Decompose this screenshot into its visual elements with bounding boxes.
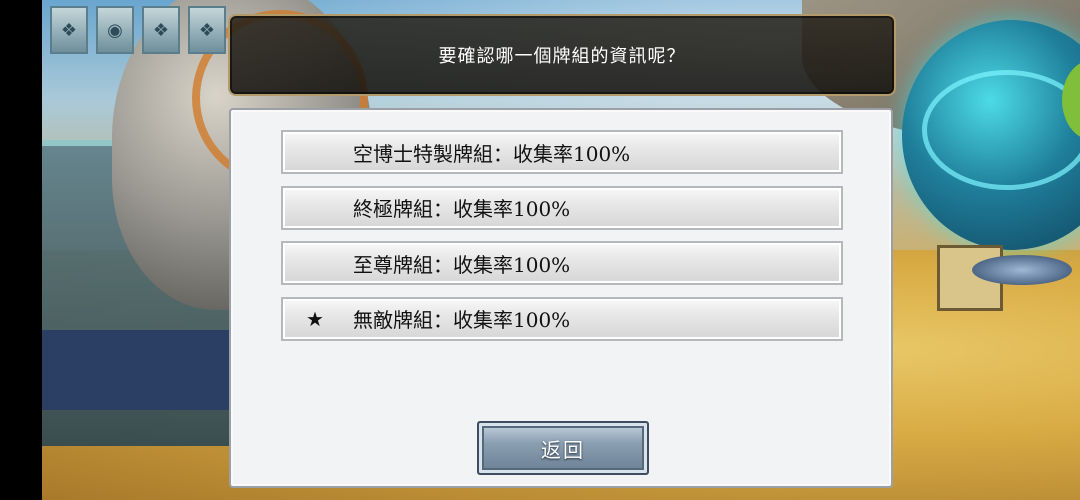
ornament-icon: ❖ — [188, 6, 226, 54]
deck-list: 空博士特製牌組：收集率100% 終極牌組：收集率100% 至尊牌組：收集率100… — [281, 130, 845, 352]
deck-option-supreme[interactable]: 至尊牌組：收集率100% — [281, 241, 843, 286]
deck-option-label: 無敵牌組：收集率100% — [353, 308, 571, 333]
back-button[interactable]: 返回 — [477, 421, 649, 475]
ornament-icon: ❖ — [50, 6, 88, 54]
deck-option-invincible[interactable]: ★ 無敵牌組：收集率100% — [281, 296, 843, 341]
dialog-question-text: 要確認哪一個牌組的資訊呢？ — [438, 46, 686, 67]
background-emblem-strip: ❖ ◉ ❖ ❖ — [42, 0, 242, 56]
deck-option-dr-ku[interactable]: 空博士特製牌組：收集率100% — [281, 130, 843, 174]
deck-option-label: 空博士特製牌組：收集率100% — [353, 141, 631, 166]
deck-option-label: 至尊牌組：收集率100% — [353, 252, 571, 277]
dialog-question-banner: 要確認哪一個牌組的資訊呢？ — [228, 14, 896, 96]
deck-select-panel: 空博士特製牌組：收集率100% 終極牌組：收集率100% 至尊牌組：收集率100… — [229, 108, 893, 488]
star-icon: ★ — [306, 306, 324, 331]
orb-glow-line — [922, 70, 1080, 190]
deck-option-label: 終極牌組：收集率100% — [353, 197, 571, 222]
deck-option-ultimate[interactable]: 終極牌組：收集率100% — [281, 185, 843, 230]
ornament-icon: ❖ — [142, 6, 180, 54]
eye-emblem-icon: ◉ — [96, 6, 134, 54]
back-button-label: 返回 — [541, 437, 585, 462]
floor-portal — [972, 255, 1072, 285]
